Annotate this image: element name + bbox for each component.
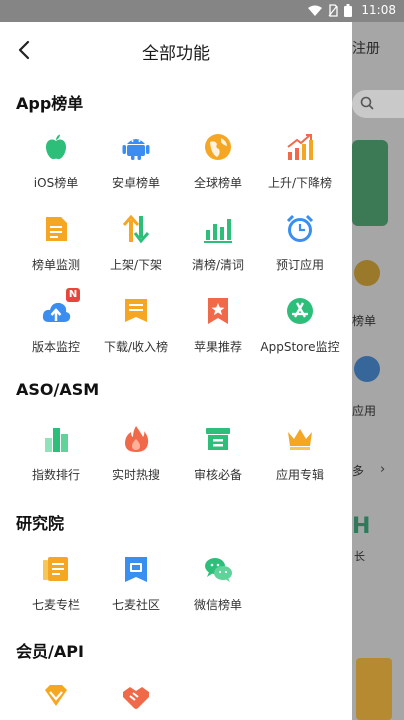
grid-item-app-collection[interactable]: 应用专辑 (256, 424, 344, 483)
diamond-icon (41, 682, 71, 712)
flame-icon (121, 424, 151, 454)
grid-item-wechat-rankings[interactable]: 微信榜单 (174, 554, 262, 613)
grid-item-global-rankings[interactable]: 全球榜单 (174, 132, 262, 191)
section-title-app-rankings: App榜单 (16, 94, 84, 113)
status-icons (308, 4, 352, 17)
trend-icon (285, 132, 315, 162)
background-icon-2 (354, 356, 380, 382)
background-banner (352, 140, 388, 226)
clock: 11:08 (361, 3, 396, 17)
battery-icon (344, 4, 352, 17)
appstore-icon (285, 296, 315, 326)
grid-item-android-rankings[interactable]: 安卓榜单 (92, 132, 180, 191)
handshake-icon (121, 682, 151, 712)
grid-item-listing-delisting[interactable]: 上架/下架 (92, 214, 180, 273)
grid-item-apple-recommend[interactable]: 苹果推荐 (174, 296, 262, 355)
cloud-upload-icon: N (41, 288, 80, 326)
background-more: 多 (352, 464, 365, 478)
register-link: 注册 (352, 41, 380, 57)
bar-chart-icon (203, 214, 233, 244)
background-card (356, 658, 392, 720)
background-label-1: 榜单 (352, 314, 377, 328)
index-bars-icon (41, 424, 71, 454)
grid-item-qimai-column[interactable]: 七麦专栏 (12, 554, 100, 613)
community-icon (121, 554, 151, 584)
background-icon-1 (354, 260, 380, 286)
grid-item-rising-falling[interactable]: 上升/下降榜 (256, 132, 344, 191)
column-doc-icon (41, 554, 71, 584)
grid-item-review-essentials[interactable]: 审核必备 (174, 424, 262, 483)
status-bar: 11:08 (0, 0, 404, 22)
grid-item-appstore-monitor[interactable]: AppStore监控 (256, 296, 344, 355)
background-search-bar (352, 90, 404, 118)
grid-item-version-monitor[interactable]: N 版本监控 (12, 288, 100, 355)
search-icon (360, 96, 374, 110)
grid-item-index-ranking[interactable]: 指数排行 (12, 424, 100, 483)
chevron-right-icon: › (380, 462, 386, 477)
archive-box-icon (203, 424, 233, 454)
grid-item-download-revenue[interactable]: 下载/收入榜 (92, 296, 180, 355)
background-label-2: 应用 (352, 404, 377, 418)
section-title-aso-asm: ASO/ASM (16, 380, 100, 399)
document-icon (41, 214, 71, 244)
background-heading: H (352, 514, 371, 539)
grid-item-membership[interactable] (12, 682, 100, 712)
wifi-icon (308, 5, 322, 16)
up-down-arrows-icon (121, 214, 151, 244)
section-title-research: 研究院 (16, 514, 65, 533)
grid-item-qimai-community[interactable]: 七麦社区 (92, 554, 180, 613)
grid-item-clear-rank[interactable]: 清榜/清词 (174, 214, 262, 273)
globe-icon (203, 132, 233, 162)
grid-item-ios-rankings[interactable]: iOS榜单 (12, 132, 100, 191)
background-text: 长 (354, 550, 365, 563)
background-app: 注册 榜单 应用 多 › H 长 (352, 22, 404, 720)
grid-item-api[interactable] (92, 682, 180, 712)
bookmark-star-icon (203, 296, 233, 326)
grid-item-hot-search[interactable]: 实时热搜 (92, 424, 180, 483)
apple-icon (41, 132, 71, 162)
wechat-icon (203, 554, 233, 584)
crown-icon (285, 424, 315, 454)
all-functions-panel: 全部功能 App榜单 ASO/ASM 研究院 会员/API iOS榜单 安卓榜单… (0, 22, 352, 720)
grid-item-preorder[interactable]: 预订应用 (256, 214, 344, 273)
section-title-member-api: 会员/API (16, 642, 84, 661)
download-list-icon (121, 296, 151, 326)
alarm-clock-icon (285, 214, 315, 244)
page-title: 全部功能 (142, 44, 210, 64)
android-icon (121, 132, 151, 162)
header: 全部功能 (0, 22, 352, 78)
grid-item-ranking-monitor[interactable]: 榜单监测 (12, 214, 100, 273)
new-badge: N (66, 288, 80, 302)
no-sim-icon (328, 4, 338, 17)
